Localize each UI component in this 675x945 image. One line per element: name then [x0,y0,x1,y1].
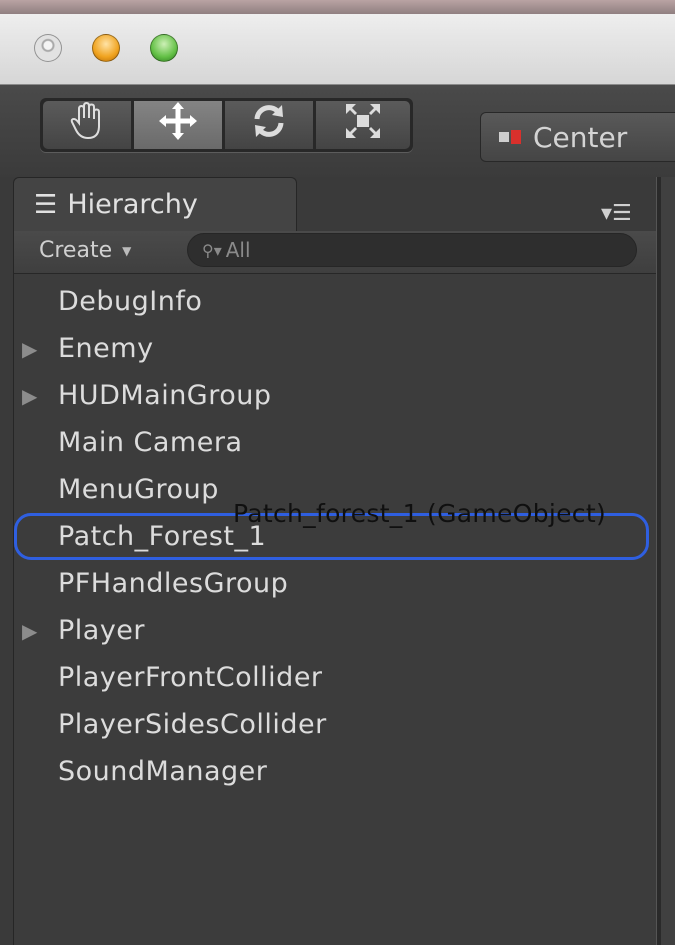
hand-tool-button[interactable] [43,101,131,149]
search-placeholder: All [225,238,251,262]
scale-icon [342,100,384,150]
hand-icon [66,100,108,150]
list-item[interactable]: PFHandlesGroup [14,560,657,607]
list-item[interactable]: DebugInfo [14,278,657,325]
item-label: MenuGroup [58,474,219,505]
list-icon: ☰ [34,189,58,220]
pivot-center-button[interactable]: Center [480,112,675,162]
tab-label: Hierarchy [67,189,198,220]
expand-arrow-icon[interactable]: ▶ [22,384,37,408]
dropdown-caret-icon: ▼ [122,243,132,258]
panel-menu-icon[interactable]: ▾☰ [601,201,632,226]
rotate-tool-button[interactable] [225,101,313,149]
close-window-button[interactable] [34,34,62,62]
item-label: PlayerSidesCollider [58,709,327,740]
item-label: Main Camera [58,427,243,458]
list-item[interactable]: SoundManager [14,748,657,795]
list-item[interactable]: ▶ Enemy [14,325,657,372]
item-label: DebugInfo [58,286,203,317]
rotate-icon [248,100,290,150]
item-label: Player [58,615,146,646]
search-icon: ⚲▾ [202,240,222,260]
list-item[interactable]: PlayerSidesCollider [14,701,657,748]
pivot-icon [499,130,523,144]
pivot-label: Center [533,120,628,154]
item-label: PFHandlesGroup [58,568,289,599]
left-edge [0,177,13,945]
hierarchy-panel: Create ▼ ⚲▾ All DebugInfo ▶ Enemy ▶ HUDM… [13,231,657,945]
item-label: HUDMainGroup [58,380,272,411]
list-item[interactable]: ▶ HUDMainGroup [14,372,657,419]
minimize-window-button[interactable] [92,34,120,62]
drag-ghost-label: Patch_forest_1 (GameObject) [233,499,607,528]
create-dropdown[interactable]: Create ▼ [39,238,131,263]
list-item[interactable]: PlayerFrontCollider [14,654,657,701]
hierarchy-list: DebugInfo ▶ Enemy ▶ HUDMainGroup Main Ca… [14,278,657,795]
transform-tools [40,98,413,152]
hierarchy-toolbar: Create ▼ ⚲▾ All [14,231,657,274]
list-item[interactable]: Main Camera [14,419,657,466]
item-label: PlayerFrontCollider [58,662,323,693]
search-input[interactable]: ⚲▾ All [187,233,637,267]
item-label: Enemy [58,333,154,364]
create-label: Create [39,238,113,263]
tab-hierarchy[interactable]: ☰ Hierarchy [13,177,297,231]
title-bar [0,14,675,85]
adjacent-panel [661,177,675,945]
expand-arrow-icon[interactable]: ▶ [22,619,37,643]
move-tool-button[interactable] [134,101,222,149]
move-arrows-icon [157,100,199,150]
item-label: SoundManager [58,756,268,787]
scale-tool-button[interactable] [316,101,410,149]
expand-arrow-icon[interactable]: ▶ [22,337,37,361]
maximize-window-button[interactable] [150,34,178,62]
list-item[interactable]: ▶ Player [14,607,657,654]
